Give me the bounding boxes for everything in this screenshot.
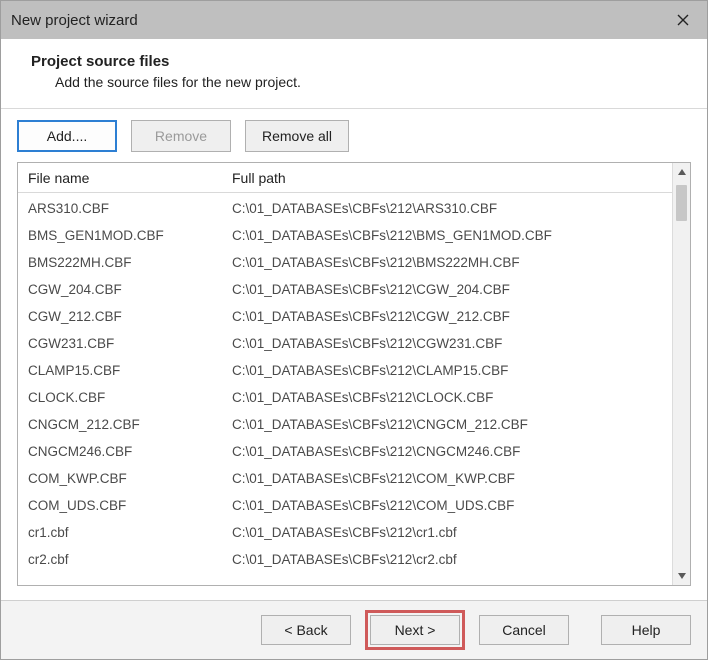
- cell-fullpath: C:\01_DATABASEs\CBFs\212\BMS222MH.CBF: [226, 255, 672, 270]
- file-rows: ARS310.CBFC:\01_DATABASEs\CBFs\212\ARS31…: [18, 193, 672, 585]
- scroll-thumb[interactable]: [676, 185, 687, 221]
- back-button[interactable]: < Back: [261, 615, 351, 645]
- table-row[interactable]: CLOCK.CBFC:\01_DATABASEs\CBFs\212\CLOCK.…: [18, 384, 672, 411]
- table-row[interactable]: CNGCM246.CBFC:\01_DATABASEs\CBFs\212\CNG…: [18, 438, 672, 465]
- cell-fullpath: C:\01_DATABASEs\CBFs\212\ARS310.CBF: [226, 201, 672, 216]
- close-icon: [677, 14, 689, 26]
- cell-filename: BMS222MH.CBF: [18, 255, 226, 270]
- cell-filename: CNGCM_212.CBF: [18, 417, 226, 432]
- next-button-highlight: Next >: [365, 610, 465, 650]
- column-header-fullpath[interactable]: Full path: [226, 170, 672, 186]
- table-row[interactable]: cr1.cbfC:\01_DATABASEs\CBFs\212\cr1.cbf: [18, 519, 672, 546]
- cell-fullpath: C:\01_DATABASEs\CBFs\212\CGW_212.CBF: [226, 309, 672, 324]
- page-subtitle: Add the source files for the new project…: [31, 74, 689, 90]
- table-row[interactable]: CNGCM_212.CBFC:\01_DATABASEs\CBFs\212\CN…: [18, 411, 672, 438]
- cell-fullpath: C:\01_DATABASEs\CBFs\212\CGW_204.CBF: [226, 282, 672, 297]
- remove-button: Remove: [131, 120, 231, 152]
- cell-filename: cr1.cbf: [18, 525, 226, 540]
- cell-fullpath: C:\01_DATABASEs\CBFs\212\CNGCM246.CBF: [226, 444, 672, 459]
- wizard-footer: < Back Next > Cancel Help: [1, 601, 707, 659]
- table-row[interactable]: COM_KWP.CBFC:\01_DATABASEs\CBFs\212\COM_…: [18, 465, 672, 492]
- table-row[interactable]: CLAMP15.CBFC:\01_DATABASEs\CBFs\212\CLAM…: [18, 357, 672, 384]
- page-title: Project source files: [31, 53, 689, 70]
- next-button[interactable]: Next >: [370, 615, 460, 645]
- file-list-content: File name Full path ARS310.CBFC:\01_DATA…: [18, 163, 672, 585]
- close-button[interactable]: [663, 5, 703, 35]
- help-button[interactable]: Help: [601, 615, 691, 645]
- scroll-up-icon[interactable]: [673, 163, 691, 181]
- table-row[interactable]: ARS310.CBFC:\01_DATABASEs\CBFs\212\ARS31…: [18, 195, 672, 222]
- table-row[interactable]: CGW231.CBFC:\01_DATABASEs\CBFs\212\CGW23…: [18, 330, 672, 357]
- wizard-window: New project wizard Project source files …: [0, 0, 708, 660]
- vertical-scrollbar[interactable]: [672, 163, 690, 585]
- wizard-body: Add.... Remove Remove all File name Full…: [1, 109, 707, 601]
- toolbar: Add.... Remove Remove all: [17, 120, 691, 152]
- cell-filename: ARS310.CBF: [18, 201, 226, 216]
- cell-fullpath: C:\01_DATABASEs\CBFs\212\CLAMP15.CBF: [226, 363, 672, 378]
- cell-fullpath: C:\01_DATABASEs\CBFs\212\CNGCM_212.CBF: [226, 417, 672, 432]
- table-row[interactable]: BMS222MH.CBFC:\01_DATABASEs\CBFs\212\BMS…: [18, 249, 672, 276]
- add-button[interactable]: Add....: [17, 120, 117, 152]
- column-header-filename[interactable]: File name: [18, 170, 226, 186]
- cell-fullpath: C:\01_DATABASEs\CBFs\212\cr2.cbf: [226, 552, 672, 567]
- cell-filename: CLAMP15.CBF: [18, 363, 226, 378]
- wizard-header: Project source files Add the source file…: [1, 39, 707, 109]
- cancel-button[interactable]: Cancel: [479, 615, 569, 645]
- cell-filename: BMS_GEN1MOD.CBF: [18, 228, 226, 243]
- cell-filename: CGW_204.CBF: [18, 282, 226, 297]
- cell-filename: CNGCM246.CBF: [18, 444, 226, 459]
- cell-fullpath: C:\01_DATABASEs\CBFs\212\COM_UDS.CBF: [226, 498, 672, 513]
- file-list: File name Full path ARS310.CBFC:\01_DATA…: [17, 162, 691, 586]
- remove-all-button[interactable]: Remove all: [245, 120, 349, 152]
- cell-filename: CLOCK.CBF: [18, 390, 226, 405]
- cell-fullpath: C:\01_DATABASEs\CBFs\212\cr1.cbf: [226, 525, 672, 540]
- cell-fullpath: C:\01_DATABASEs\CBFs\212\COM_KWP.CBF: [226, 471, 672, 486]
- column-headers: File name Full path: [18, 163, 672, 193]
- cell-fullpath: C:\01_DATABASEs\CBFs\212\CLOCK.CBF: [226, 390, 672, 405]
- table-row[interactable]: CGW_212.CBFC:\01_DATABASEs\CBFs\212\CGW_…: [18, 303, 672, 330]
- window-title: New project wizard: [11, 12, 138, 29]
- scroll-down-icon[interactable]: [673, 567, 691, 585]
- cell-filename: COM_KWP.CBF: [18, 471, 226, 486]
- titlebar: New project wizard: [1, 1, 707, 39]
- table-row[interactable]: cr2.cbfC:\01_DATABASEs\CBFs\212\cr2.cbf: [18, 546, 672, 573]
- table-row[interactable]: COM_UDS.CBFC:\01_DATABASEs\CBFs\212\COM_…: [18, 492, 672, 519]
- cell-filename: COM_UDS.CBF: [18, 498, 226, 513]
- cell-filename: CGW231.CBF: [18, 336, 226, 351]
- cell-fullpath: C:\01_DATABASEs\CBFs\212\CGW231.CBF: [226, 336, 672, 351]
- cell-fullpath: C:\01_DATABASEs\CBFs\212\BMS_GEN1MOD.CBF: [226, 228, 672, 243]
- cell-filename: CGW_212.CBF: [18, 309, 226, 324]
- table-row[interactable]: BMS_GEN1MOD.CBFC:\01_DATABASEs\CBFs\212\…: [18, 222, 672, 249]
- cell-filename: cr2.cbf: [18, 552, 226, 567]
- table-row[interactable]: CGW_204.CBFC:\01_DATABASEs\CBFs\212\CGW_…: [18, 276, 672, 303]
